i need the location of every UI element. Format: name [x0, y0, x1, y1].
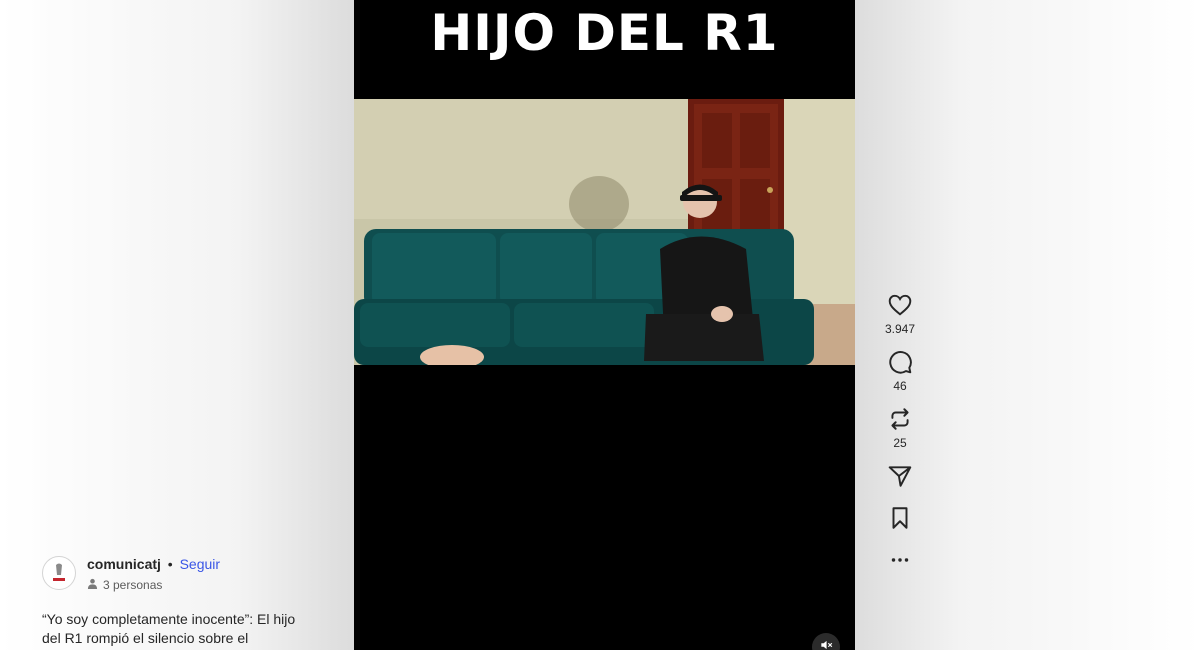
mute-toggle-button[interactable] — [812, 633, 840, 650]
save-button[interactable] — [875, 505, 925, 531]
repost-button[interactable]: 25 — [875, 406, 925, 450]
video-frame-room-scene — [354, 99, 855, 365]
share-button[interactable] — [875, 463, 925, 489]
paper-plane-icon — [887, 463, 913, 489]
reel-video[interactable]: HIJO DEL R1 — [354, 0, 855, 650]
more-options-button[interactable] — [875, 547, 925, 573]
avatar[interactable] — [42, 556, 76, 590]
like-count: 3.947 — [884, 322, 916, 336]
comment-bubble-icon — [887, 349, 913, 375]
repost-count: 25 — [893, 436, 907, 450]
bookmark-icon — [887, 505, 913, 531]
comment-button[interactable]: 46 — [875, 349, 925, 393]
separator-dot: • — [167, 556, 173, 572]
muted-speaker-icon — [819, 638, 833, 650]
audience-line: 3 personas — [87, 578, 162, 592]
video-overlay-title: HIJO DEL R1 — [430, 4, 779, 62]
more-dots-icon — [887, 547, 913, 573]
person-icon — [87, 578, 103, 592]
author-username[interactable]: comunicatj — [87, 556, 161, 572]
heart-icon — [887, 292, 913, 318]
author-line: comunicatj • Seguir — [87, 556, 220, 572]
follow-button[interactable]: Seguir — [180, 556, 220, 572]
post-caption: “Yo soy completamente inocente”: El hijo… — [42, 611, 296, 646]
like-button[interactable]: 3.947 — [875, 292, 925, 336]
post-actions: 3.947 46 25 — [875, 292, 925, 586]
comment-count: 46 — [893, 379, 907, 393]
audience-text: 3 personas — [103, 578, 163, 592]
repost-icon — [887, 406, 913, 432]
